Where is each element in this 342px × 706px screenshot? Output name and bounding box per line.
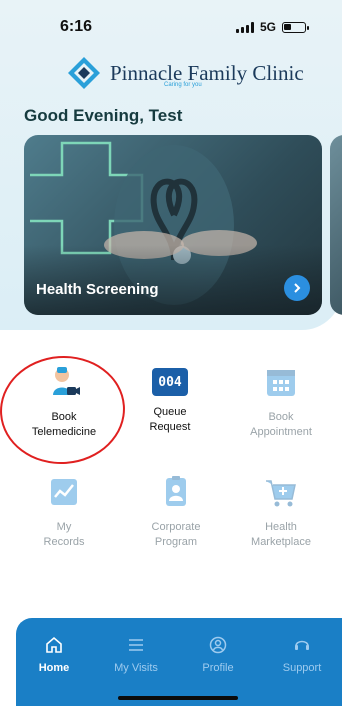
queue-number-text: 004 [158,374,182,390]
tab-label: Support [282,662,322,674]
health-screening-banner[interactable]: Health Screening [24,135,322,315]
menu-label-line2: Records [43,536,85,548]
records-chart-icon [51,479,77,505]
menu-label-line2: Marketplace [251,536,311,548]
tab-label: Home [38,662,70,674]
id-badge-icon [166,476,186,506]
banner-shade [24,245,322,315]
menu-label-line1: Health [265,521,297,533]
home-indicator [118,696,238,700]
tab-profile[interactable]: Profile [188,636,248,674]
banner-title: Health Screening [36,281,159,298]
doctor-video-icon [53,367,80,395]
tab-label: Profile [202,662,234,674]
menu-label-line1: Book [268,411,294,423]
menu-label-line1: Queue [153,406,187,418]
greeting-text: Good Evening, Test [24,106,183,125]
menu-label-line2: Appointment [250,426,312,438]
health-marketplace-button[interactable]: Health Marketplace [231,475,331,550]
signal-icon [235,21,254,33]
tab-support[interactable]: Support [272,636,332,674]
support-icon [295,640,309,650]
brand-name: Pinnacle Family Clinic [110,60,304,85]
next-banner-peek[interactable] [330,135,342,315]
status-time: 6:16 [60,18,93,35]
clinic-logo-icon [68,57,100,89]
corporate-program-button[interactable]: Corporate Program [126,475,226,550]
queue-request-button[interactable]: 004 Queue Request [120,365,220,435]
my-records-button[interactable]: My Records [14,475,114,550]
book-appointment-button[interactable]: Book Appointment [231,365,331,440]
menu-label-line2: Telemedicine [31,426,97,438]
list-icon [129,639,143,651]
tab-home[interactable]: Home [24,636,84,674]
cart-icon [266,480,296,507]
battery-icon [282,21,309,33]
profile-icon [209,636,227,654]
brand-logo: Pinnacle Family Clinic Caring for you [66,55,304,91]
status-bar: 6:16 5G [0,0,342,48]
menu-label-line1: My [56,521,72,533]
status-indicators: 5G [235,20,309,34]
menu-label-line1: Book [51,411,77,423]
bottom-tab-bar: Home My Visits Profile Support [16,618,342,706]
home-icon [46,636,62,653]
menu-label-line2: Program [154,536,198,548]
chevron-right-icon[interactable] [284,275,310,301]
queue-number-icon: 004 [152,368,188,396]
menu-label-line2: Request [149,421,191,433]
calendar-icon [267,370,295,396]
tab-my-visits[interactable]: My Visits [106,636,166,674]
brand-tagline: Caring for you [164,82,202,88]
network-label: 5G [259,20,276,34]
menu-label-line1: Corporate [151,521,201,533]
book-telemedicine-button[interactable]: Book Telemedicine [14,365,114,440]
tab-label: My Visits [114,662,158,674]
